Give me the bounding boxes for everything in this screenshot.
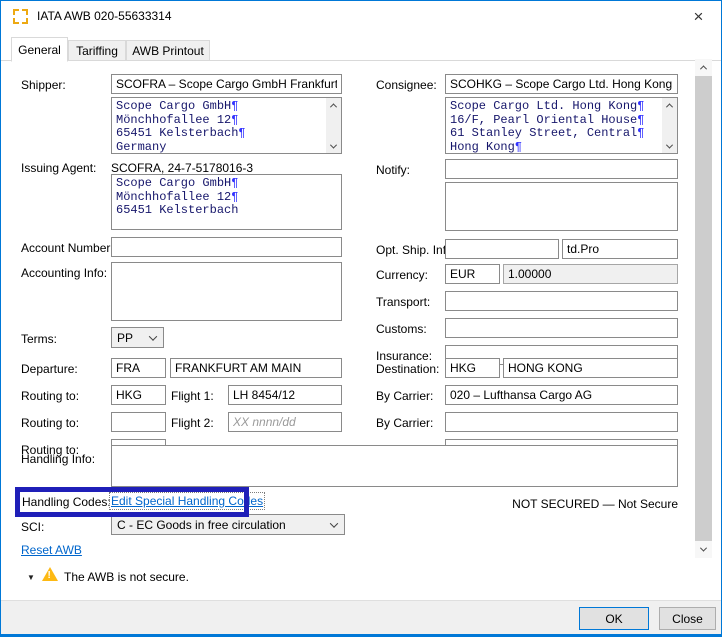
ok-button[interactable]: OK	[579, 607, 649, 630]
routing1-label: Routing to:	[21, 389, 80, 403]
currency-code-input[interactable]	[445, 264, 500, 284]
routing2-code-input[interactable]	[111, 412, 166, 432]
chevron-down-icon	[329, 519, 339, 528]
reset-awb-link[interactable]: Reset AWB	[21, 543, 82, 557]
transport-label: Transport:	[376, 295, 431, 309]
terms-select[interactable]: PP	[111, 327, 164, 348]
customs-label: Customs:	[376, 322, 427, 336]
customs-input[interactable]	[445, 318, 678, 338]
issuing-agent-address-area[interactable]: Scope Cargo GmbH¶ Mönchhofallee 12¶ 65451 …	[111, 174, 342, 230]
tab-awb-printout[interactable]: AWB Printout	[126, 40, 210, 61]
opt-ship-info-input[interactable]	[445, 239, 559, 259]
chevron-down-icon	[148, 332, 158, 341]
expander-icon[interactable]: ▼	[27, 573, 35, 582]
account-number-label: Account Number:	[21, 241, 114, 255]
shipper-input[interactable]	[111, 74, 342, 94]
flight1-label: Flight 1:	[171, 389, 214, 403]
notify-input[interactable]	[445, 159, 678, 179]
edit-special-handling-codes-link[interactable]: Edit Special Handling Codes	[108, 492, 266, 510]
flight2-input[interactable]	[228, 412, 342, 432]
scroll-down-icon[interactable]	[695, 541, 712, 558]
scroll-down-icon[interactable]	[662, 139, 677, 153]
notify-details-area[interactable]	[445, 182, 678, 231]
destination-name-input[interactable]	[503, 358, 678, 378]
account-number-input[interactable]	[111, 237, 342, 257]
handling-info-label: Handling Info:	[21, 452, 96, 466]
insurance-label: Insurance:	[376, 349, 433, 363]
destination-code-input[interactable]	[445, 358, 500, 378]
security-status: NOT SECURED — Not Secure	[512, 497, 678, 511]
handling-codes-label: Handling Codes:	[22, 495, 111, 509]
close-button[interactable]: Close	[659, 607, 716, 630]
issuing-agent-label: Issuing Agent:	[21, 161, 97, 175]
shipper-address-scrollbar[interactable]	[326, 98, 341, 153]
titlebar: IATA AWB 020-55633314 ×	[1, 1, 721, 32]
general-tab-page: Shipper: Scope Cargo GmbH¶Mönchhofallee …	[1, 59, 721, 604]
dialog-footer: OK Close	[1, 600, 721, 634]
transport-input[interactable]	[445, 291, 678, 311]
flight1-input[interactable]	[228, 385, 342, 405]
scroll-up-icon[interactable]	[326, 98, 341, 112]
sci-select[interactable]: C - EC Goods in free circulation	[111, 514, 345, 535]
flight2-label: Flight 2:	[171, 416, 214, 430]
tab-strip: General Tariffing AWB Printout	[1, 37, 721, 62]
consignee-address-area[interactable]: Scope Cargo Ltd. Hong Kong¶ 16/F, Pearl O…	[445, 97, 678, 154]
scroll-up-icon[interactable]	[662, 98, 677, 112]
departure-name-input[interactable]	[170, 358, 342, 378]
window-title: IATA AWB 020-55633314	[37, 9, 172, 23]
accounting-info-area[interactable]	[111, 262, 342, 321]
scroll-down-icon[interactable]	[326, 139, 341, 153]
corner-brackets-icon	[13, 9, 28, 24]
tab-tariffing[interactable]: Tariffing	[68, 40, 126, 61]
terms-label: Terms:	[21, 332, 57, 346]
shipper-label: Shipper:	[21, 78, 66, 92]
consignee-label: Consignee:	[376, 78, 437, 92]
warning-icon: !	[42, 567, 58, 581]
issuing-agent-value: SCOFRA, 24-7-5178016-3	[111, 161, 254, 175]
departure-label: Departure:	[21, 362, 78, 376]
destination-label: Destination:	[376, 362, 440, 376]
carrier1-label: By Carrier:	[376, 389, 434, 403]
handling-info-area[interactable]	[111, 445, 678, 487]
routing2-label: Routing to:	[21, 416, 80, 430]
currency-rate-field	[503, 264, 678, 284]
notify-label: Notify:	[376, 163, 411, 177]
consignee-input[interactable]	[445, 74, 678, 94]
td-pro-input[interactable]	[562, 239, 678, 259]
carrier2-input[interactable]	[445, 412, 678, 432]
shipper-address-area[interactable]: Scope Cargo GmbH¶ Mönchhofallee 12¶ 65451 …	[111, 97, 342, 154]
currency-label: Currency:	[376, 268, 429, 282]
departure-code-input[interactable]	[111, 358, 166, 378]
routing1-code-input[interactable]	[111, 385, 166, 405]
consignee-address-scrollbar[interactable]	[662, 98, 677, 153]
carrier1-input[interactable]	[445, 385, 678, 405]
accounting-info-label: Accounting Info:	[21, 266, 108, 280]
warning-text: The AWB is not secure.	[64, 570, 189, 584]
sci-label: SCI:	[21, 520, 45, 534]
tab-general[interactable]: General	[11, 37, 68, 62]
dialog-scrollbar[interactable]	[695, 59, 712, 558]
awb-dialog: IATA AWB 020-55633314 × General Tariffin…	[0, 0, 722, 637]
sci-value: C - EC Goods in free circulation	[117, 517, 286, 532]
close-icon[interactable]: ×	[676, 1, 721, 32]
terms-value: PP	[117, 330, 134, 345]
scrollbar-thumb[interactable]	[695, 76, 712, 541]
carrier2-label: By Carrier:	[376, 416, 434, 430]
scroll-up-icon[interactable]	[695, 59, 712, 76]
